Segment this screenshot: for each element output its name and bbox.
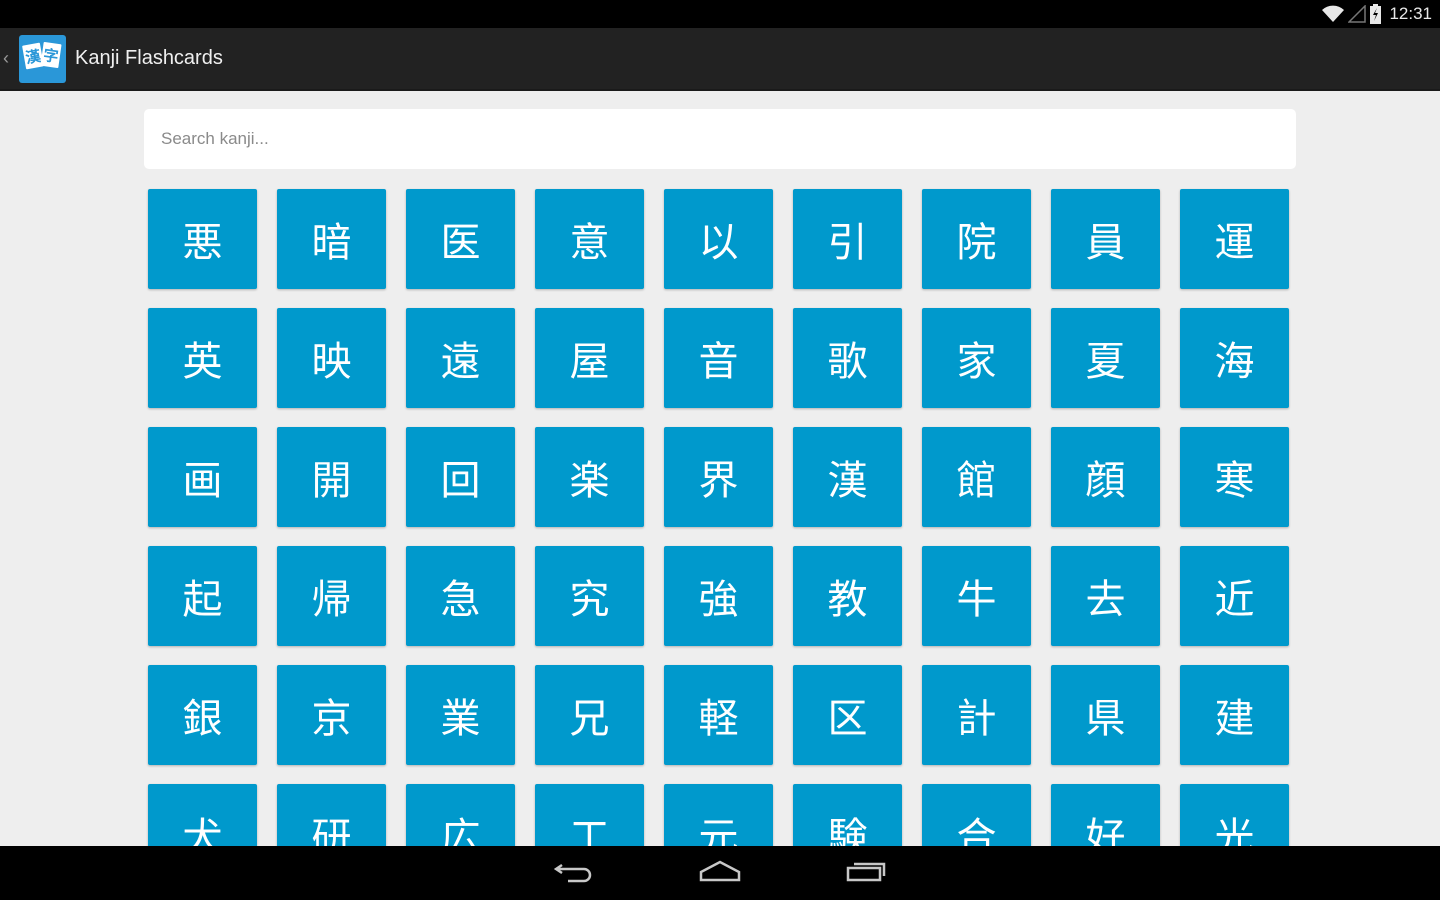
home-button[interactable] bbox=[697, 853, 743, 893]
navigation-bar bbox=[0, 846, 1440, 900]
kanji-tile[interactable]: 運 bbox=[1180, 189, 1289, 289]
kanji-tile[interactable]: 夏 bbox=[1051, 308, 1160, 408]
cell-signal-icon bbox=[1348, 5, 1367, 23]
kanji-tile[interactable]: 銀 bbox=[148, 665, 257, 765]
kanji-tile[interactable]: 牛 bbox=[922, 546, 1031, 646]
back-icon bbox=[553, 859, 594, 887]
kanji-tile[interactable]: 英 bbox=[148, 308, 257, 408]
kanji-tile[interactable]: 漢 bbox=[793, 427, 902, 527]
kanji-tile[interactable]: 教 bbox=[793, 546, 902, 646]
wifi-icon bbox=[1322, 5, 1345, 23]
kanji-tile[interactable]: 意 bbox=[535, 189, 644, 289]
kanji-tile[interactable]: 回 bbox=[406, 427, 515, 527]
kanji-tile[interactable]: 好 bbox=[1051, 784, 1160, 846]
recents-button[interactable] bbox=[843, 853, 889, 893]
search-box[interactable] bbox=[144, 109, 1296, 169]
battery-charging-icon bbox=[1370, 4, 1382, 24]
kanji-tile[interactable]: 合 bbox=[922, 784, 1031, 846]
kanji-grid: 悪 暗 医 意 以 引 院 員 運 英 映 遠 屋 音 歌 家 夏 海 画 開 … bbox=[148, 189, 1289, 846]
kanji-tile[interactable]: 軽 bbox=[664, 665, 773, 765]
kanji-tile[interactable]: 光 bbox=[1180, 784, 1289, 846]
app-title: Kanji Flashcards bbox=[75, 47, 223, 69]
kanji-tile[interactable]: 遠 bbox=[406, 308, 515, 408]
kanji-tile[interactable]: 暗 bbox=[277, 189, 386, 289]
recents-icon bbox=[846, 860, 886, 886]
kanji-tile[interactable]: 音 bbox=[664, 308, 773, 408]
status-bar: 12:31 bbox=[0, 0, 1440, 28]
kanji-tile[interactable]: 員 bbox=[1051, 189, 1160, 289]
kanji-tile[interactable]: 業 bbox=[406, 665, 515, 765]
search-input[interactable] bbox=[161, 129, 1296, 149]
app-logo-card: 字 bbox=[40, 41, 62, 68]
kanji-tile[interactable]: 界 bbox=[664, 427, 773, 527]
kanji-tile[interactable]: 計 bbox=[922, 665, 1031, 765]
action-bar: ‹ 漢 字 Kanji Flashcards bbox=[0, 28, 1440, 91]
kanji-tile[interactable]: 急 bbox=[406, 546, 515, 646]
kanji-tile[interactable]: 区 bbox=[793, 665, 902, 765]
kanji-tile[interactable]: 画 bbox=[148, 427, 257, 527]
kanji-tile[interactable]: 顔 bbox=[1051, 427, 1160, 527]
kanji-tile[interactable]: 楽 bbox=[535, 427, 644, 527]
back-button[interactable] bbox=[551, 853, 597, 893]
kanji-tile[interactable]: 家 bbox=[922, 308, 1031, 408]
kanji-tile[interactable]: 悪 bbox=[148, 189, 257, 289]
kanji-tile[interactable]: 強 bbox=[664, 546, 773, 646]
kanji-tile[interactable]: 館 bbox=[922, 427, 1031, 527]
main-content: 悪 暗 医 意 以 引 院 員 運 英 映 遠 屋 音 歌 家 夏 海 画 開 … bbox=[0, 91, 1440, 846]
kanji-tile[interactable]: 県 bbox=[1051, 665, 1160, 765]
kanji-tile[interactable]: 建 bbox=[1180, 665, 1289, 765]
kanji-tile[interactable]: 帰 bbox=[277, 546, 386, 646]
kanji-tile[interactable]: 海 bbox=[1180, 308, 1289, 408]
kanji-tile[interactable]: 犬 bbox=[148, 784, 257, 846]
kanji-tile[interactable]: 歌 bbox=[793, 308, 902, 408]
kanji-tile[interactable]: 寒 bbox=[1180, 427, 1289, 527]
kanji-tile[interactable]: 工 bbox=[535, 784, 644, 846]
kanji-tile[interactable]: 医 bbox=[406, 189, 515, 289]
kanji-tile[interactable]: 以 bbox=[664, 189, 773, 289]
kanji-tile[interactable]: 屋 bbox=[535, 308, 644, 408]
kanji-tile[interactable]: 開 bbox=[277, 427, 386, 527]
kanji-tile[interactable]: 研 bbox=[277, 784, 386, 846]
app-logo-icon[interactable]: 漢 字 bbox=[19, 34, 66, 83]
kanji-tile[interactable]: 究 bbox=[535, 546, 644, 646]
kanji-tile[interactable]: 引 bbox=[793, 189, 902, 289]
kanji-tile[interactable]: 起 bbox=[148, 546, 257, 646]
kanji-tile[interactable]: 広 bbox=[406, 784, 515, 846]
kanji-tile[interactable]: 兄 bbox=[535, 665, 644, 765]
kanji-tile[interactable]: 近 bbox=[1180, 546, 1289, 646]
kanji-tile[interactable]: 験 bbox=[793, 784, 902, 846]
home-icon bbox=[699, 860, 741, 886]
up-navigation-icon[interactable]: ‹ bbox=[3, 48, 15, 69]
kanji-tile[interactable]: 映 bbox=[277, 308, 386, 408]
kanji-tile[interactable]: 元 bbox=[664, 784, 773, 846]
kanji-tile[interactable]: 院 bbox=[922, 189, 1031, 289]
clock: 12:31 bbox=[1389, 4, 1432, 23]
kanji-tile[interactable]: 去 bbox=[1051, 546, 1160, 646]
kanji-tile[interactable]: 京 bbox=[277, 665, 386, 765]
